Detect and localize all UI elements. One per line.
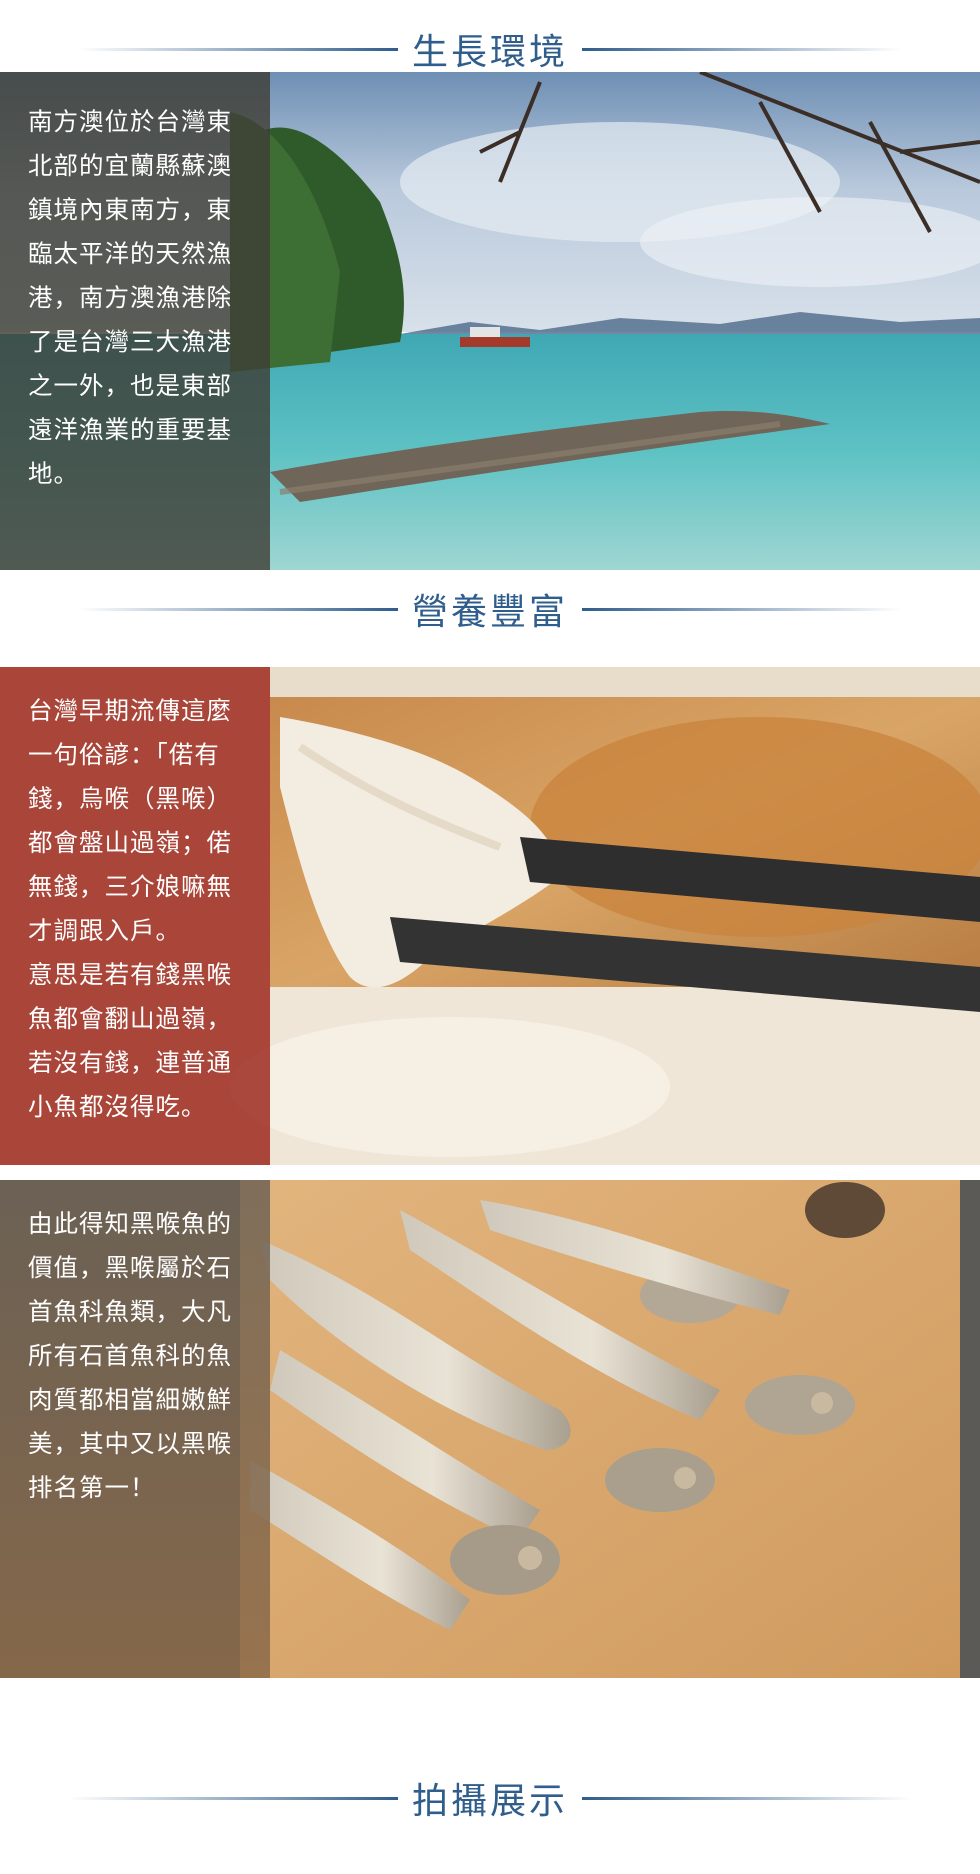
heading-divider-right: [582, 607, 902, 611]
value-description: 由此得知黑喉魚的價值，黑喉屬於石首魚科魚類，大凡所有石首魚科的魚肉質都相當細嫩鮮…: [28, 1209, 232, 1502]
nutrition-meaning: 意思是若有錢黑喉魚都會翻山過嶺，若沒有錢，連普通小魚都沒得吃。: [28, 960, 232, 1121]
nutrition-section: 台灣早期流傳這麼一句俗諺：「偌有錢，烏喉（黑喉）都會盤山過嶺；偌無錢，三介娘嘛無…: [0, 667, 980, 1165]
heading-title: 拍攝展示: [411, 1781, 568, 1822]
heading-divider-right: [582, 47, 902, 51]
section-heading-showcase: 拍攝展示: [0, 1773, 980, 1823]
section-heading-environment: 生長環境: [0, 24, 980, 74]
heading-divider-left: [77, 607, 398, 611]
heading-divider-right: [582, 1796, 912, 1800]
heading-title: 營養豐富: [411, 592, 568, 633]
heading-divider-left: [67, 1796, 398, 1800]
heading-title: 生長環境: [411, 32, 568, 73]
value-section: 由此得知黑喉魚的價值，黑喉屬於石首魚科魚類，大凡所有石首魚科的魚肉質都相當細嫩鮮…: [0, 1180, 980, 1678]
nutrition-proverb: 台灣早期流傳這麼一句俗諺：「偌有錢，烏喉（黑喉）都會盤山過嶺；偌無錢，三介娘嘛無…: [28, 696, 232, 945]
environment-description: 南方澳位於台灣東北部的宜蘭縣蘇澳鎮境內東南方，東臨太平洋的天然漁港，南方澳漁港除…: [28, 107, 232, 488]
nutrition-text-panel: 台灣早期流傳這麼一句俗諺：「偌有錢，烏喉（黑喉）都會盤山過嶺；偌無錢，三介娘嘛無…: [0, 667, 270, 1165]
environment-text-panel: 南方澳位於台灣東北部的宜蘭縣蘇澳鎮境內東南方，東臨太平洋的天然漁港，南方澳漁港除…: [0, 72, 270, 570]
value-text-panel: 由此得知黑喉魚的價值，黑喉屬於石首魚科魚類，大凡所有石首魚科的魚肉質都相當細嫩鮮…: [0, 1180, 270, 1678]
heading-divider-left: [77, 47, 398, 51]
section-heading-nutrition: 營養豐富: [0, 584, 980, 634]
environment-section: 南方澳位於台灣東北部的宜蘭縣蘇澳鎮境內東南方，東臨太平洋的天然漁港，南方澳漁港除…: [0, 72, 980, 570]
